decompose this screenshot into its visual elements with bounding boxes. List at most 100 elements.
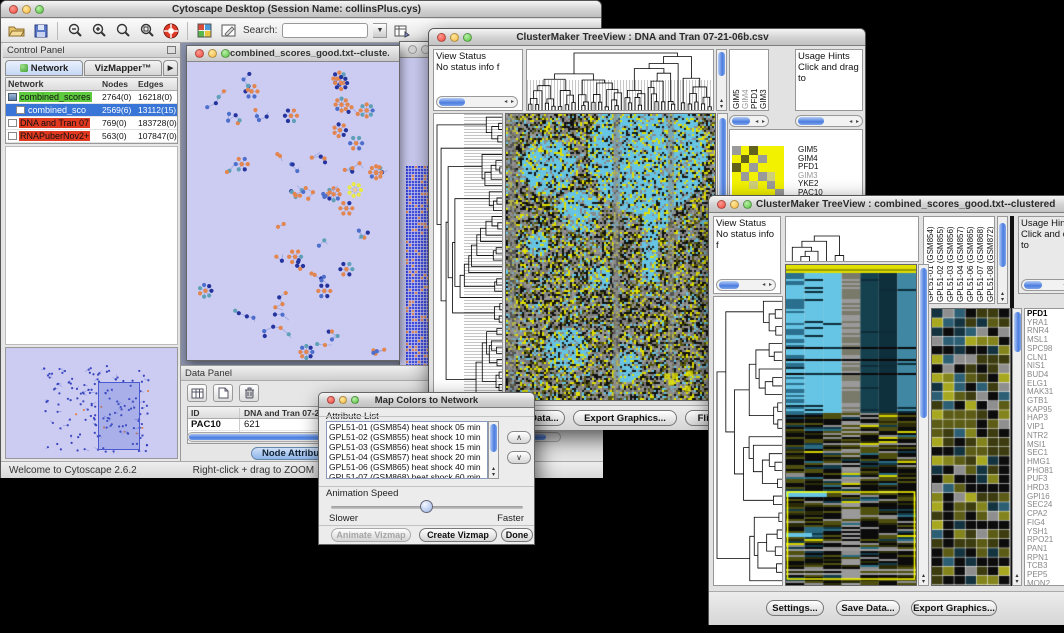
column-label[interactable]: YKE2 xyxy=(768,51,769,109)
zoom-in-icon[interactable] xyxy=(89,21,108,40)
search-dropdown-button[interactable] xyxy=(373,23,387,38)
tab-vizmapper[interactable]: VizMapper™ xyxy=(84,60,162,76)
similarity-matrix[interactable] xyxy=(732,146,784,198)
vizmapper-icon[interactable] xyxy=(195,21,214,40)
close-button[interactable] xyxy=(408,45,417,54)
attribute-item[interactable]: GPL51-04 (GSM857) heat shock 20 min xyxy=(327,452,487,462)
move-down-button[interactable]: ∨ xyxy=(507,451,531,464)
column-label[interactable]: GPL51-02 (GSM855) xyxy=(936,218,946,302)
treeview1-titlebar[interactable]: ClusterMaker TreeView : DNA and Tran 07-… xyxy=(429,29,865,46)
close-button[interactable] xyxy=(327,396,335,404)
annotation-icon[interactable] xyxy=(219,21,238,40)
close-button[interactable] xyxy=(9,5,18,14)
network-table-header[interactable]: Network Nodes Edges xyxy=(6,78,177,91)
heatmap-main-view[interactable] xyxy=(505,113,716,401)
search-input[interactable] xyxy=(282,23,368,38)
dialog-titlebar[interactable]: Map Colors to Network xyxy=(319,393,534,408)
network-edges: 183728(0) xyxy=(138,118,177,128)
genelist-hscrollbar[interactable] xyxy=(795,115,863,127)
attribute-item[interactable]: GPL51-06 (GSM865) heat shock 40 min xyxy=(327,462,487,472)
column-label[interactable]: GIM3 xyxy=(759,51,768,109)
export-graphics-button[interactable]: Export Graphics... xyxy=(573,410,677,426)
network-row-selected[interactable]: combined_sco 2569(6) 13112(15) xyxy=(6,104,177,117)
tab-overflow-button[interactable] xyxy=(163,60,178,76)
minimize-button[interactable] xyxy=(208,49,217,58)
zoom-button[interactable] xyxy=(743,200,752,209)
zoom-heatmap-view[interactable] xyxy=(931,308,1011,586)
save-data-button[interactable]: Save Data... xyxy=(836,600,900,616)
move-up-button[interactable]: ∧ xyxy=(507,431,531,444)
attribute-item[interactable]: GPL51-07 (GSM868) heat shock 60 min xyxy=(327,472,487,479)
attribute-item[interactable]: GPL51-02 (GSM855) heat shock 10 min xyxy=(327,432,487,442)
treeview2-titlebar[interactable]: ClusterMaker TreeView : combined_scores_… xyxy=(709,196,1064,213)
attribute-list-scrollbar[interactable] xyxy=(488,421,499,479)
column-label[interactable]: GIM4 xyxy=(741,51,750,109)
network-row[interactable]: RNAPuberNov2+ 563(0) 107847(0) xyxy=(6,130,177,143)
settings-button[interactable]: Settings... xyxy=(766,600,824,616)
minimize-button[interactable] xyxy=(450,33,459,42)
save-session-icon[interactable] xyxy=(31,21,50,40)
network-nodes: 769(0) xyxy=(102,118,138,128)
attribute-list[interactable]: GPL51-01 (GSM854) heat shock 05 minGPL51… xyxy=(326,421,488,479)
close-button[interactable] xyxy=(195,49,204,58)
column-label-scrollbar[interactable] xyxy=(716,49,727,111)
column-dendrogram[interactable] xyxy=(526,49,714,111)
delete-attribute-icon[interactable] xyxy=(239,384,259,402)
row-dendrogram[interactable] xyxy=(713,296,783,586)
gene-label[interactable]: MON2 xyxy=(1027,580,1064,586)
animation-speed-thumb[interactable] xyxy=(420,500,433,513)
zoom-button[interactable] xyxy=(35,5,44,14)
float-panel-icon[interactable] xyxy=(167,46,176,54)
view-status-scrollbar[interactable] xyxy=(716,279,776,291)
done-button[interactable]: Done xyxy=(501,528,533,542)
column-label[interactable]: GIM5 xyxy=(732,51,741,109)
column-dendrogram[interactable] xyxy=(785,216,919,262)
usage-hints-scrollbar[interactable] xyxy=(1021,279,1064,291)
network-nodes: 2764(0) xyxy=(102,92,138,102)
network-view-window[interactable]: combined_scores_good.txt--cluste... xyxy=(186,45,400,361)
zoom-fit-icon[interactable] xyxy=(137,21,156,40)
network-overview-panel[interactable] xyxy=(5,347,178,459)
network-row[interactable]: combined_scores 2764(0) 16218(0) xyxy=(6,91,177,104)
animate-vizmap-button[interactable]: Animate Vizmap xyxy=(331,528,411,542)
attribute-item[interactable]: GPL51-01 (GSM854) heat shock 05 min xyxy=(327,422,487,432)
help-lifesaver-icon[interactable] xyxy=(161,21,180,40)
zoom-button[interactable] xyxy=(463,33,472,42)
create-vizmap-button[interactable]: Create Vizmap xyxy=(419,528,497,542)
zoom-button[interactable] xyxy=(351,396,359,404)
network-graph-view[interactable] xyxy=(187,62,399,360)
close-button[interactable] xyxy=(437,33,446,42)
view-status-scrollbar[interactable] xyxy=(436,96,518,108)
minimize-button[interactable] xyxy=(730,200,739,209)
network-window-titlebar[interactable]: combined_scores_good.txt--cluste... xyxy=(187,46,399,62)
global-heatmap-view[interactable] xyxy=(785,264,917,586)
column-label[interactable]: PFD1 xyxy=(750,51,759,109)
overview-viewport-rect[interactable] xyxy=(98,382,140,450)
network-row[interactable]: DNA and Tran 07 769(0) 183728(0) xyxy=(6,117,177,130)
column-label[interactable]: GPL51-03 (GSM856) xyxy=(946,218,956,302)
matrix-hscrollbar[interactable] xyxy=(729,115,769,127)
global-vscrollbar[interactable] xyxy=(918,264,929,586)
attribute-item[interactable]: GPL51-03 (GSM856) heat shock 15 min xyxy=(327,442,487,452)
new-attribute-icon[interactable] xyxy=(213,384,233,402)
export-graphics-button[interactable]: Export Graphics... xyxy=(911,600,997,616)
minimize-button[interactable] xyxy=(339,396,347,404)
attribute-browser-icon[interactable] xyxy=(392,21,411,40)
zoom-vscrollbar[interactable] xyxy=(1012,308,1022,586)
open-session-icon[interactable] xyxy=(7,21,26,40)
close-button[interactable] xyxy=(717,200,726,209)
select-attributes-icon[interactable] xyxy=(187,384,207,402)
main-titlebar[interactable]: Cytoscape Desktop (Session Name: collins… xyxy=(1,1,601,18)
column-label-scrollbar[interactable] xyxy=(997,216,1008,304)
tab-network[interactable]: Network xyxy=(5,60,83,76)
column-label[interactable]: GPL51-04 (GSM857) xyxy=(956,218,966,302)
zoom-selected-icon[interactable] xyxy=(113,21,132,40)
column-label[interactable]: GPL51-08 (GSM872) xyxy=(986,218,995,302)
minimize-button[interactable] xyxy=(22,5,31,14)
column-label[interactable]: GPL51-06 (GSM865) xyxy=(966,218,976,302)
row-dendrogram[interactable] xyxy=(433,113,503,401)
column-label[interactable]: GPL51-07 (GSM868) xyxy=(976,218,986,302)
zoom-out-icon[interactable] xyxy=(65,21,84,40)
zoom-button[interactable] xyxy=(221,49,230,58)
view-status-title: View Status xyxy=(716,218,778,229)
